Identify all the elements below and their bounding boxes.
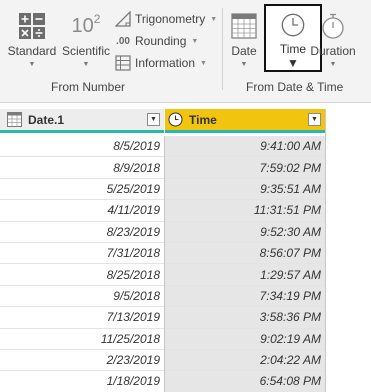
table-row[interactable]: 11/25/2018 9:02:19 AM — [0, 328, 326, 350]
table-row[interactable]: 8/23/2019 9:52:30 AM — [0, 221, 326, 243]
date-cell[interactable]: 7/13/2019 — [0, 307, 164, 328]
time-cell[interactable]: 9:02:19 AM — [165, 328, 325, 349]
time-cell[interactable]: 11:31:51 PM — [165, 200, 325, 221]
stopwatch-icon — [322, 13, 344, 39]
time-cell[interactable]: 2:04:22 AM — [165, 349, 325, 371]
time-cell[interactable]: 6:54:08 PM — [165, 371, 325, 392]
information-grid-icon — [115, 55, 131, 71]
column-header-time[interactable]: Time ▼ — [165, 109, 325, 133]
exponent-icon-base: 10 — [71, 15, 94, 37]
date-cell[interactable]: 5/25/2019 — [0, 178, 164, 200]
information-label: Information — [135, 56, 196, 70]
group-separator — [222, 8, 223, 90]
table-row[interactable]: 4/11/2019 11:31:51 PM — [0, 200, 326, 222]
date-button[interactable]: Date ▼ — [226, 12, 262, 69]
duration-button[interactable]: Duration ▼ — [307, 12, 359, 69]
calendar-icon — [7, 112, 22, 127]
date-cell[interactable]: 8/5/2019 — [0, 136, 164, 157]
chevron-down-icon: ▼ — [200, 59, 207, 67]
date-cell[interactable]: 4/11/2019 — [0, 200, 164, 221]
standard-label: Standard — [7, 44, 57, 58]
decimal-rounding-icon: .00 — [116, 35, 130, 47]
time-cell[interactable]: 9:35:51 AM — [165, 178, 325, 200]
chevron-down-icon: ▼ — [28, 61, 36, 68]
chevron-down-icon: ▼ — [191, 37, 199, 45]
data-grid: Date.1 ▼ Time ▼ 8/5/2019 9:41:00 AM 8/9/… — [0, 109, 326, 392]
ribbon: Standard ▼ 10 2 Scientific ▼ Trigonometr… — [0, 0, 371, 103]
chevron-down-icon: ▼ — [311, 116, 318, 123]
chevron-down-icon: ▼ — [240, 61, 248, 68]
date-cell[interactable]: 1/18/2019 — [0, 371, 164, 392]
time-cell[interactable]: 1:29:57 AM — [165, 264, 325, 285]
table-row[interactable]: 7/31/2018 8:56:07 PM — [0, 242, 326, 265]
date-cell[interactable]: 8/25/2018 — [0, 264, 164, 285]
column-header-label: Date.1 — [28, 112, 65, 127]
exponent-icon-sup: 2 — [93, 12, 101, 26]
group-label-from-date-time: From Date & Time — [246, 80, 344, 94]
filter-dropdown-button[interactable]: ▼ — [147, 113, 160, 126]
chevron-down-icon: ▼ — [210, 15, 218, 23]
trigonometry-button[interactable]: Trigonometry ▼ — [115, 11, 217, 27]
duration-label: Duration — [310, 44, 356, 58]
column-header-label: Time — [189, 112, 217, 127]
date-cell[interactable]: 7/31/2018 — [0, 242, 164, 264]
rounding-label: Rounding — [135, 34, 187, 48]
information-button[interactable]: Information ▼ — [115, 55, 207, 71]
standard-button[interactable]: Standard ▼ — [6, 12, 58, 69]
scientific-button[interactable]: 10 2 Scientific ▼ — [60, 12, 112, 69]
time-cell[interactable]: 3:58:36 PM — [165, 307, 325, 328]
scientific-label: Scientific — [61, 44, 111, 58]
grid-right-border — [325, 109, 326, 392]
clock-icon — [281, 13, 305, 37]
table-row[interactable]: 8/5/2019 9:41:00 AM — [0, 136, 326, 158]
table-row[interactable]: 5/25/2019 9:35:51 AM — [0, 178, 326, 201]
table-row[interactable]: 9/5/2018 7:34:19 PM — [0, 285, 326, 308]
filter-dropdown-button[interactable]: ▼ — [308, 113, 321, 126]
chevron-down-icon: ▼ — [82, 61, 90, 68]
time-cell[interactable]: 7:34:19 PM — [165, 285, 325, 307]
time-cell[interactable]: 8:56:07 PM — [165, 242, 325, 264]
table-row[interactable]: 7/13/2019 3:58:36 PM — [0, 307, 326, 329]
time-label: Time — [279, 42, 307, 56]
date-cell[interactable]: 11/25/2018 — [0, 328, 164, 349]
table-row[interactable]: 1/18/2019 6:54:08 PM — [0, 371, 326, 392]
calendar-icon — [231, 13, 257, 39]
column-header-date[interactable]: Date.1 ▼ — [0, 109, 164, 133]
table-row[interactable]: 8/9/2018 7:59:02 PM — [0, 157, 326, 179]
date-cell[interactable]: 8/23/2019 — [0, 221, 164, 242]
date-label: Date — [231, 44, 257, 58]
rounding-button[interactable]: .00 Rounding ▼ — [115, 33, 198, 49]
group-label-from-number: From Number — [51, 80, 126, 94]
chevron-down-icon: ▼ — [150, 116, 157, 123]
triangle-icon — [115, 11, 131, 27]
standard-operators-icon — [19, 13, 45, 39]
date-cell[interactable]: 9/5/2018 — [0, 285, 164, 307]
table-row[interactable]: 8/25/2018 1:29:57 AM — [0, 264, 326, 286]
date-cell[interactable]: 2/23/2019 — [0, 349, 164, 371]
table-row[interactable]: 2/23/2019 2:04:22 AM — [0, 349, 326, 372]
column-divider — [164, 136, 165, 392]
date-cell[interactable]: 8/9/2018 — [0, 157, 164, 178]
time-cell[interactable]: 9:52:30 AM — [165, 221, 325, 242]
chevron-down-icon: ▼ — [329, 61, 337, 68]
chevron-down-icon: ▼ — [287, 56, 299, 70]
grid-rows: 8/5/2019 9:41:00 AM 8/9/2018 7:59:02 PM … — [0, 136, 326, 392]
time-cell[interactable]: 9:41:00 AM — [165, 136, 325, 157]
exponent-icon: 10 2 — [72, 12, 101, 40]
trigonometry-label: Trigonometry — [135, 12, 206, 26]
clock-icon — [168, 112, 183, 127]
time-cell[interactable]: 7:59:02 PM — [165, 157, 325, 178]
